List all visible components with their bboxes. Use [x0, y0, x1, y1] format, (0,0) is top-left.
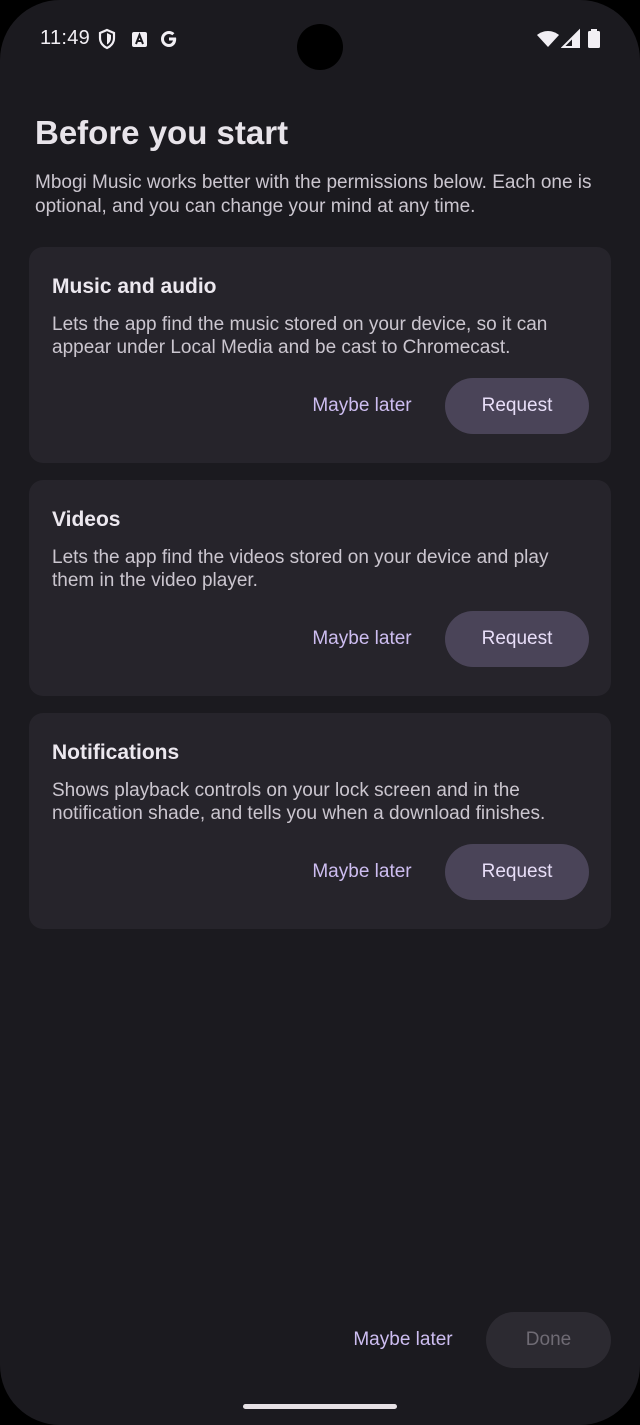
request-button[interactable]: Request — [445, 378, 589, 434]
app-screen: 11:49 Before you start Mbogi Music works… — [0, 0, 640, 1425]
permission-title: Music and audio — [52, 275, 217, 298]
home-indicator[interactable] — [243, 1404, 397, 1409]
signal-icon — [560, 28, 583, 50]
page-subtitle: Mbogi Music works better with the permis… — [35, 172, 592, 217]
permission-description: Shows playback controls on your lock scr… — [52, 780, 546, 824]
status-time: 11:49 — [40, 27, 91, 49]
battery-icon — [587, 28, 601, 50]
maybe-later-button[interactable]: Maybe later — [299, 611, 425, 667]
status-bar: 11:49 — [0, 0, 640, 80]
permission-card-notifications: Notifications Shows playback controls on… — [29, 713, 611, 929]
permission-description: Lets the app find the videos stored on y… — [52, 547, 549, 591]
front-camera — [297, 24, 343, 70]
permission-description: Lets the app find the music stored on yo… — [52, 314, 548, 358]
permission-title: Notifications — [52, 741, 180, 764]
page-title: Before you start — [35, 114, 289, 151]
maybe-later-button[interactable]: Maybe later — [299, 378, 425, 434]
shield-icon — [96, 28, 118, 50]
wifi-icon — [536, 28, 560, 50]
done-button[interactable]: Done — [486, 1312, 611, 1368]
permission-title: Videos — [52, 508, 121, 531]
permission-card-videos: Videos Lets the app find the videos stor… — [29, 480, 611, 696]
request-button[interactable]: Request — [445, 844, 589, 900]
permission-card-music-audio: Music and audio Lets the app find the mu… — [29, 247, 611, 463]
google-g-icon — [158, 28, 180, 50]
request-button[interactable]: Request — [445, 611, 589, 667]
footer-maybe-later-button[interactable]: Maybe later — [334, 1312, 472, 1368]
maybe-later-button[interactable]: Maybe later — [299, 844, 425, 900]
font-a-icon — [129, 28, 151, 50]
